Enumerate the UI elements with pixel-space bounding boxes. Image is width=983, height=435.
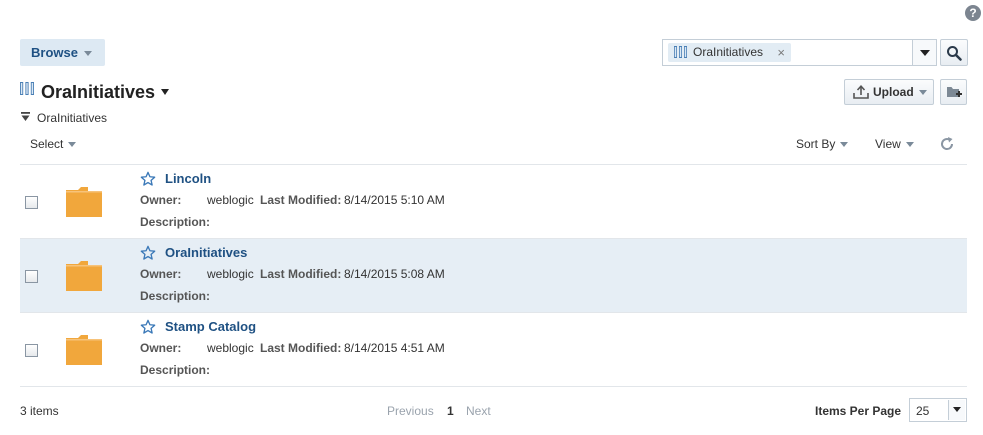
- browse-button-label: Browse: [31, 45, 78, 60]
- owner-value: weblogic: [207, 341, 254, 355]
- item-name-link[interactable]: OraInitiatives: [165, 245, 247, 260]
- upload-icon: [853, 85, 869, 99]
- sort-by-label: Sort By: [796, 137, 836, 151]
- chevron-down-icon: [919, 90, 927, 95]
- select-menu-label: Select: [30, 137, 64, 151]
- refresh-icon[interactable]: [939, 136, 955, 152]
- last-modified-label: Last Modified:: [260, 193, 342, 207]
- row-checkbox[interactable]: [25, 270, 38, 283]
- star-icon[interactable]: [140, 245, 156, 261]
- upload-button-label: Upload: [873, 85, 914, 99]
- description-label: Description:: [140, 289, 211, 303]
- divider: [20, 386, 967, 387]
- chevron-down-icon: [919, 49, 930, 56]
- chevron-down-icon: [161, 89, 170, 96]
- list-item[interactable]: Lincoln Owner: weblogic Last Modified: 8…: [20, 165, 967, 239]
- list-item[interactable]: Stamp Catalog Owner: weblogic Last Modif…: [20, 313, 967, 387]
- owner-label: Owner:: [140, 193, 182, 207]
- items-per-page-value: 25: [916, 404, 930, 418]
- last-modified-value: 8/14/2015 5:10 AM: [344, 193, 445, 207]
- previous-page-link[interactable]: Previous: [387, 404, 434, 418]
- chevron-down-icon: [68, 142, 77, 148]
- select-menu[interactable]: Select: [30, 137, 77, 151]
- library-icon: [674, 46, 687, 58]
- view-menu[interactable]: View: [875, 137, 914, 151]
- item-count: 3 items: [20, 404, 59, 418]
- library-icon: [20, 82, 34, 95]
- item-name-link[interactable]: Stamp Catalog: [165, 319, 256, 334]
- owner-value: weblogic: [207, 193, 254, 207]
- star-icon[interactable]: [140, 171, 156, 187]
- row-checkbox[interactable]: [25, 196, 38, 209]
- new-folder-icon: [947, 87, 962, 97]
- folder-icon: [66, 187, 102, 217]
- close-icon[interactable]: ×: [777, 43, 785, 62]
- owner-label: Owner:: [140, 341, 182, 355]
- items-per-page-select[interactable]: 25: [909, 398, 967, 422]
- search-button[interactable]: [940, 39, 968, 66]
- current-page: 1: [447, 404, 454, 418]
- chevron-down-icon: [905, 142, 914, 148]
- search-chip-label: OraInitiatives: [693, 45, 764, 59]
- help-icon[interactable]: ?: [965, 5, 981, 21]
- search-scope-chip: OraInitiatives ×: [668, 43, 791, 62]
- view-menu-label: View: [875, 137, 901, 151]
- last-modified-label: Last Modified:: [260, 267, 342, 281]
- breadcrumb[interactable]: OraInitiatives: [37, 111, 107, 125]
- folder-icon: [66, 261, 102, 291]
- star-icon[interactable]: [140, 319, 156, 335]
- row-checkbox[interactable]: [25, 344, 38, 357]
- folder-icon: [66, 335, 102, 365]
- last-modified-value: 8/14/2015 4:51 AM: [344, 341, 445, 355]
- last-modified-value: 8/14/2015 5:08 AM: [344, 267, 445, 281]
- last-modified-label: Last Modified:: [260, 341, 342, 355]
- chevron-down-icon: [83, 51, 92, 57]
- search-options-dropdown[interactable]: [912, 39, 937, 66]
- page-title[interactable]: OraInitiatives: [41, 81, 170, 103]
- owner-label: Owner:: [140, 267, 182, 281]
- owner-value: weblogic: [207, 267, 254, 281]
- search-icon: [947, 46, 962, 61]
- item-name-link[interactable]: Lincoln: [165, 171, 211, 186]
- chevron-down-icon: [840, 142, 849, 148]
- browse-button[interactable]: Browse: [20, 39, 105, 66]
- search-input[interactable]: OraInitiatives ×: [662, 39, 913, 66]
- list-item[interactable]: OraInitiatives Owner: weblogic Last Modi…: [20, 239, 967, 313]
- items-per-page-dropdown[interactable]: [948, 400, 965, 420]
- collapse-icon[interactable]: [21, 112, 30, 122]
- new-folder-button[interactable]: [940, 79, 967, 105]
- description-label: Description:: [140, 363, 211, 377]
- chevron-down-icon: [953, 407, 961, 413]
- items-per-page-label: Items Per Page: [815, 404, 902, 418]
- description-label: Description:: [140, 215, 211, 229]
- upload-button[interactable]: Upload: [844, 79, 934, 105]
- sort-by-menu[interactable]: Sort By: [796, 137, 849, 151]
- page-title-text: OraInitiatives: [41, 82, 156, 102]
- next-page-link[interactable]: Next: [466, 404, 491, 418]
